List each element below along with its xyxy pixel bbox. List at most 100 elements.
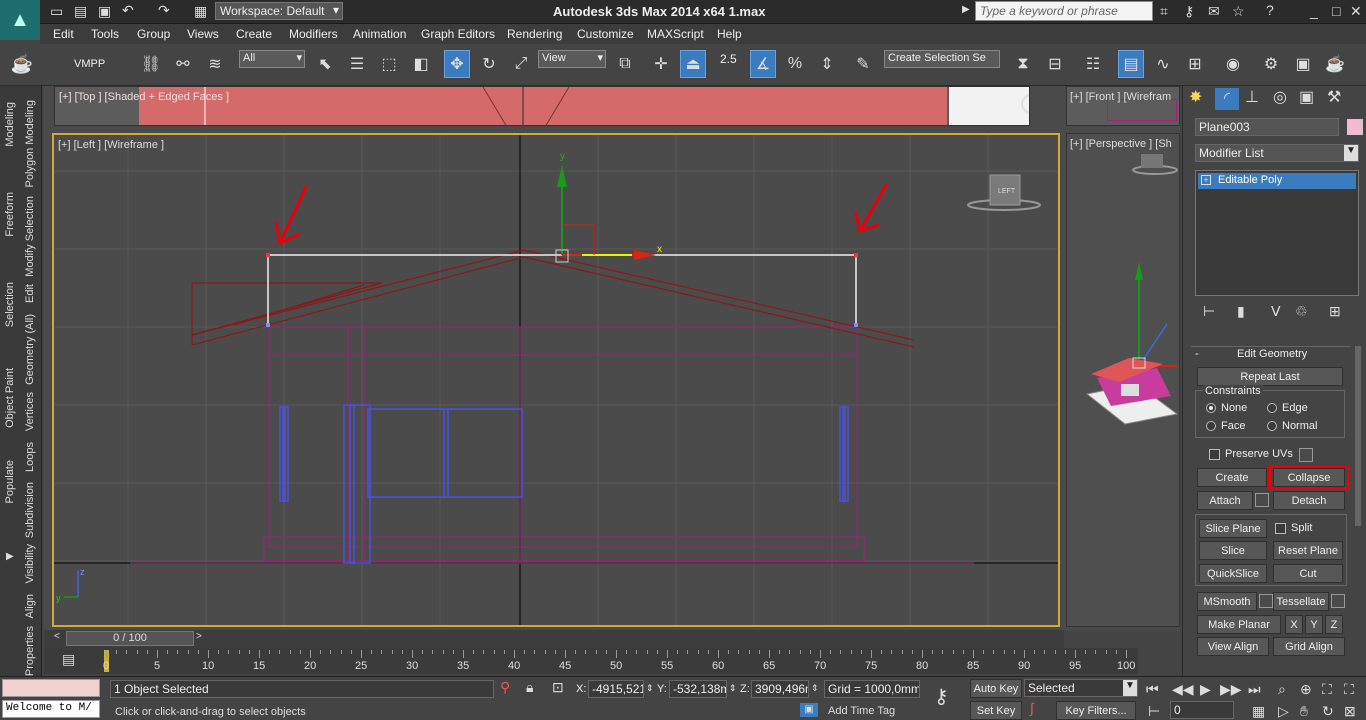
maxscript-listener-top[interactable] [2,679,100,697]
select-by-name-icon[interactable]: ☰ [344,50,370,78]
zoom-all-icon[interactable]: ⊕ [1300,682,1312,696]
menu-views[interactable]: Views [187,27,219,41]
ribbon-vertices[interactable]: Vertices [24,392,36,431]
constraint-normal-radio[interactable] [1267,421,1277,431]
menu-graph-editors[interactable]: Graph Editors [421,27,495,41]
manipulate-icon[interactable]: ✛ [648,50,674,78]
create-tab-icon[interactable]: ✸ [1189,90,1202,106]
minimize-icon[interactable]: _ [1310,4,1318,18]
save-file-icon[interactable]: ▣ [98,4,111,18]
orbit-icon[interactable]: ↻ [1322,704,1334,718]
go-to-end-icon[interactable]: ⏭ [1248,682,1261,696]
time-slider[interactable]: < 0 / 100 > [44,630,1064,648]
named-selection-dropdown[interactable]: Create Selection Se [884,50,1000,68]
front-viewport-label[interactable]: [+] [Front ] [Wirefram [1070,91,1171,103]
object-name-field[interactable]: Plane003 [1195,118,1339,136]
ribbon-properties[interactable]: Properties [24,626,36,676]
selection-filter-dropdown[interactable]: All ▾ [239,50,305,68]
open-file-icon[interactable]: ▤ [74,4,87,18]
reset-plane-button[interactable]: Reset Plane [1273,541,1343,560]
slice-button[interactable]: Slice [1199,541,1267,560]
rollout-collapse-icon[interactable]: - [1195,348,1199,360]
current-frame-field[interactable]: 0 [1170,701,1234,719]
help-icon[interactable]: ? [1266,3,1274,17]
add-time-tag[interactable]: Add Time Tag [828,705,895,717]
absolute-mode-icon[interactable]: ⊡ [552,680,564,694]
zoom-icon[interactable]: ⌕ [1278,682,1286,696]
motion-tab-icon[interactable]: ◎ [1273,90,1287,106]
set-key-icon[interactable]: ⚷ [934,687,949,707]
ribbon-edit[interactable]: Edit [24,284,36,303]
reference-coord-dropdown[interactable]: View ▾ [538,50,606,68]
menu-edit[interactable]: Edit [53,27,74,41]
hierarchy-tab-icon[interactable]: ⊥ [1245,90,1259,106]
close-icon[interactable]: ✕ [1350,4,1362,18]
time-configuration-icon[interactable]: ▦ [1252,704,1265,718]
menu-customize[interactable]: Customize [577,27,634,41]
time-prev-icon[interactable]: < [54,632,60,642]
app-logo-icon[interactable]: ▲ [0,0,40,40]
quickslice-button[interactable]: QuickSlice [1199,564,1267,583]
bind-spacewarp-icon[interactable]: ≋ [202,50,228,78]
ribbon-subdivision[interactable]: Subdivision [24,482,36,538]
scale-icon[interactable]: ⤢ [508,50,534,78]
time-slider-thumb[interactable]: 0 / 100 [66,631,194,646]
render-setup-icon[interactable]: ⚙ [1258,50,1284,78]
link-icon[interactable]: ⛓ [138,50,164,78]
time-next-icon[interactable]: > [196,632,202,642]
ribbon-tab-object-paint[interactable]: Object Paint [4,368,16,428]
modify-tab-icon[interactable]: ◜ [1215,88,1239,110]
auto-key-button[interactable]: Auto Key [970,679,1022,698]
ribbon-tab-freeform[interactable]: Freeform [4,192,16,237]
undo-icon[interactable]: ↶ [122,3,134,17]
menu-help[interactable]: Help [717,27,742,41]
top-viewport[interactable]: [+] [Top ] [Shaded + Edged Faces ] [54,86,1030,126]
snap-value[interactable]: 2.5 [720,52,737,66]
constraint-none-radio[interactable] [1206,403,1216,413]
make-planar-z-button[interactable]: Z [1325,615,1343,634]
binoculars-icon[interactable]: ⌗ [1160,4,1168,18]
maximize-viewport-icon[interactable]: ⊠ [1344,704,1356,718]
redo-icon[interactable]: ↷ [158,3,170,17]
angle-snap-icon[interactable]: ∡ [750,50,776,78]
modifier-list-dropdown[interactable]: Modifier List ▼ [1195,144,1359,162]
render-icon[interactable]: ☕ [1322,50,1348,78]
stack-item-editable-poly[interactable]: + Editable Poly [1198,173,1356,189]
constraint-face-radio[interactable] [1206,421,1216,431]
maximize-icon[interactable]: □ [1332,4,1340,18]
make-planar-x-button[interactable]: X [1285,615,1303,634]
coord-y-field[interactable]: -532,138m [669,680,727,698]
percent-snap-icon[interactable]: % [782,50,808,78]
menu-rendering[interactable]: Rendering [507,27,562,41]
isolate-selection-icon[interactable]: ⚲ [500,680,510,694]
front-viewport[interactable]: [+] [Front ] [Wirefram [1066,86,1180,126]
constraint-edge-radio[interactable] [1267,403,1277,413]
zoom-extents-icon[interactable]: ⛶ [1322,682,1332,696]
material-editor-icon[interactable]: ◉ [1220,50,1246,78]
mirror-icon[interactable]: ⧗ [1010,50,1036,78]
detach-button[interactable]: Detach [1273,491,1345,510]
object-color-swatch[interactable] [1347,119,1363,135]
preserve-uvs-settings-icon[interactable] [1299,448,1313,462]
edit-named-selection-icon[interactable]: ✎ [850,50,876,78]
favorites-icon[interactable]: ☆ [1232,4,1245,18]
key-mode-dropdown[interactable]: Selected ▼ [1024,679,1138,697]
unlink-icon[interactable]: ⚯ [170,50,196,78]
msmooth-settings-icon[interactable] [1259,594,1273,608]
ribbon-tab-selection[interactable]: Selection [4,282,16,327]
ribbon-tab-populate[interactable]: Populate [4,460,16,503]
communication-icon[interactable]: ✉ [1208,4,1220,18]
tessellate-button[interactable]: Tessellate [1273,592,1329,611]
window-crossing-icon[interactable]: ◧ [408,50,434,78]
cut-button[interactable]: Cut [1273,564,1343,583]
zoom-extents-all-icon[interactable]: ⛶ [1344,682,1354,696]
next-frame-icon[interactable]: ▶▶ [1220,682,1242,696]
panel-scrollbar[interactable] [1355,346,1361,526]
menu-animation[interactable]: Animation [353,27,406,41]
expand-plus-icon[interactable]: + [1201,175,1211,185]
rendered-frame-icon[interactable]: ▣ [1290,50,1316,78]
top-viewport-label[interactable]: [+] [Top ] [Shaded + Edged Faces ] [59,91,229,103]
vmpp-label[interactable]: VMPP [74,58,105,70]
menu-tools[interactable]: Tools [91,27,119,41]
time-tag-icon[interactable]: ▣ [800,703,818,717]
